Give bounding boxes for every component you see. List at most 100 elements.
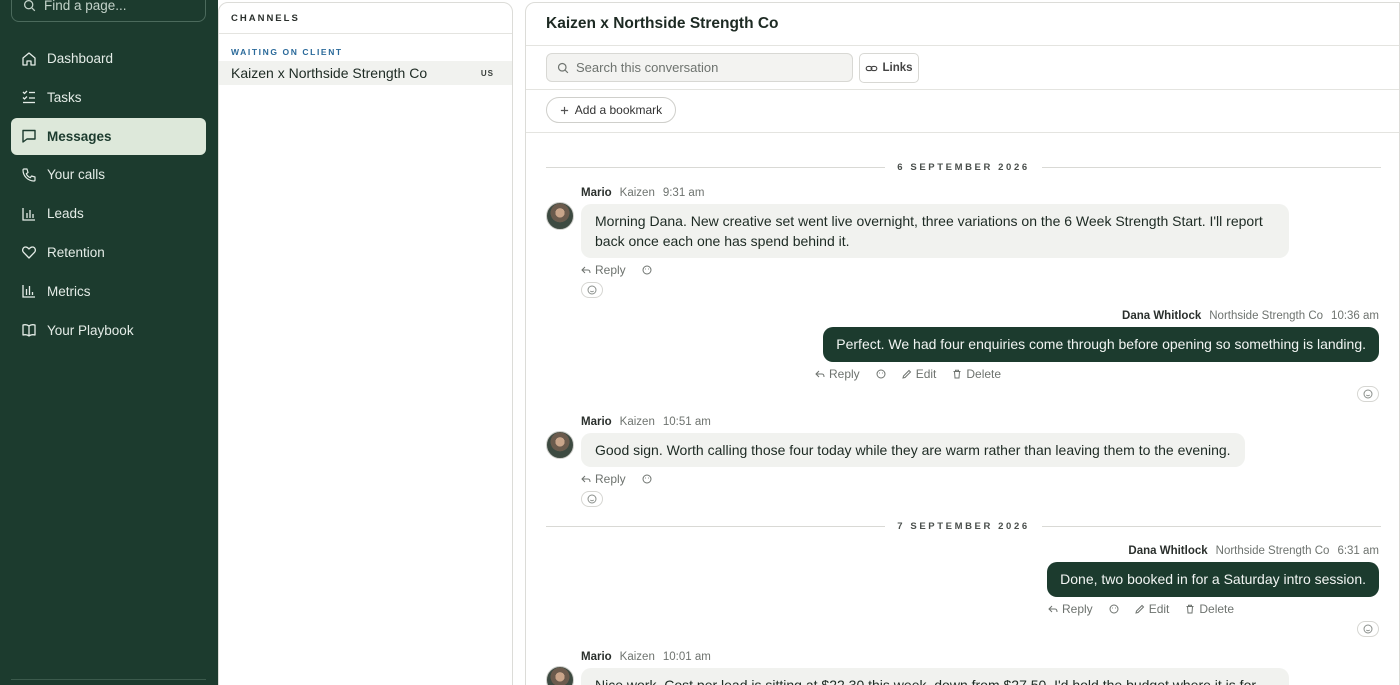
reply-button[interactable]: Reply (581, 472, 626, 486)
emoji-icon (587, 494, 597, 504)
bar-chart-icon (22, 207, 35, 221)
message-meta: Mario Kaizen 10:51 am (581, 416, 711, 428)
message-text-line: Morning Dana. New creative set went live… (595, 213, 1263, 229)
message-actions: Reply Edit Delete (815, 367, 1001, 381)
avatar (546, 202, 574, 230)
emoji-icon (1109, 604, 1119, 614)
delete-button[interactable]: Delete (952, 367, 1001, 381)
sidebar-item-retention[interactable]: Retention (11, 234, 206, 271)
emoji-icon (1363, 389, 1373, 399)
reply-button[interactable]: Reply (815, 367, 860, 381)
reply-icon (1048, 605, 1058, 613)
home-icon (22, 51, 36, 66)
edit-button[interactable]: Edit (1135, 602, 1169, 616)
sidebar-divider (11, 679, 206, 680)
sidebar-item-metrics[interactable]: Metrics (11, 273, 206, 310)
reaction-add-chip[interactable] (581, 491, 603, 507)
message-bubble: Nice work. Cost per lead is sitting at $… (581, 668, 1289, 685)
add-reaction-button[interactable] (642, 474, 652, 484)
sender-org: Northside Strength Co (1215, 545, 1330, 557)
reaction-add-chip[interactable] (1357, 621, 1379, 637)
message-time: 6:31 am (1337, 545, 1379, 557)
sidebar-item-label: Metrics (47, 283, 91, 299)
heart-icon (22, 246, 36, 260)
search-icon (23, 0, 36, 11)
delete-label: Delete (1199, 602, 1235, 616)
delete-button[interactable]: Delete (1185, 602, 1234, 616)
channel-name: Kaizen x Northside Strength Co (231, 65, 428, 81)
channel-item[interactable]: Kaizen x Northside Strength Co US (219, 61, 512, 85)
avatar (546, 431, 574, 459)
book-icon (22, 324, 36, 337)
sidebar-item-tasks[interactable]: Tasks (11, 79, 206, 116)
reply-button[interactable]: Reply (581, 263, 626, 277)
message-actions: Reply (581, 472, 652, 486)
sidebar-item-leads[interactable]: Leads (11, 195, 206, 232)
add-reaction-button[interactable] (642, 265, 652, 275)
reply-icon (815, 370, 825, 378)
add-reaction-button[interactable] (876, 369, 886, 379)
sidebar-item-dashboard[interactable]: Dashboard (11, 40, 206, 77)
message-bubble: Good sign. Worth calling those four toda… (581, 433, 1245, 467)
sender-org: Northside Strength Co (1209, 310, 1324, 322)
sender-name: Dana Whitlock (1122, 310, 1202, 322)
pencil-icon (902, 369, 911, 379)
emoji-icon (587, 285, 597, 295)
sidebar-item-label: Leads (47, 206, 84, 222)
message-time: 9:31 am (662, 187, 705, 199)
emoji-icon (642, 265, 652, 275)
sidebar-item-your-calls[interactable]: Your calls (11, 156, 206, 193)
reply-icon (581, 266, 591, 274)
channels-header: CHANNELS (219, 3, 512, 34)
add-bookmark-button[interactable]: Add a bookmark (546, 97, 676, 123)
reaction-add-chip[interactable] (1357, 386, 1379, 402)
reply-label: Reply (595, 263, 626, 277)
reply-icon (581, 475, 591, 483)
reply-button[interactable]: Reply (1048, 602, 1093, 616)
pencil-icon (1135, 604, 1144, 614)
metrics-icon (22, 285, 35, 298)
conversation-toolbar: Search this conversation Links (526, 46, 1399, 90)
message-meta: Dana Whitlock Northside Strength Co 10:3… (1122, 310, 1379, 322)
add-reaction-button[interactable] (1109, 604, 1119, 614)
tasks-icon (22, 90, 35, 104)
links-button[interactable]: Links (859, 53, 919, 83)
search-icon (557, 62, 569, 73)
channel-tag: US (480, 68, 494, 78)
reply-label: Reply (1062, 602, 1093, 616)
emoji-icon (876, 369, 886, 379)
message-meta: Mario Kaizen 10:01 am (581, 651, 711, 663)
sidebar-nav: Dashboard Tasks Messages Your calls Lead… (11, 40, 206, 350)
message-time: 10:51 am (662, 416, 711, 428)
sidebar-item-your-playbook[interactable]: Your Playbook (11, 312, 206, 349)
message-text-line: back once each one has spend behind it. (595, 233, 850, 249)
reaction-add-chip[interactable] (581, 282, 603, 298)
find-page-input[interactable]: Find a page... (11, 0, 206, 22)
reply-label: Reply (595, 472, 626, 486)
emoji-icon (642, 474, 652, 484)
date-divider: 6 SEPTEMBER 2026 (546, 160, 1382, 174)
channel-group-label: WAITING ON CLIENT (231, 47, 343, 57)
reply-label: Reply (829, 367, 860, 381)
channels-panel: CHANNELS WAITING ON CLIENT Kaizen x Nort… (218, 2, 513, 685)
sidebar: Find a page... Dashboard Tasks Messages … (0, 0, 218, 685)
conversation-title: Kaizen x Northside Strength Co (526, 3, 1399, 46)
conversation-search-input[interactable]: Search this conversation (546, 53, 853, 82)
phone-icon (22, 168, 36, 182)
date-label: 7 SEPTEMBER 2026 (897, 520, 1030, 532)
sidebar-item-label: Tasks (47, 89, 82, 105)
sender-name: Mario (581, 651, 612, 663)
sidebar-item-messages[interactable]: Messages (11, 117, 206, 155)
message-actions: Reply Edit Delete (1048, 602, 1234, 616)
message-actions: Reply (581, 263, 652, 277)
sender-name: Mario (581, 187, 612, 199)
trash-icon (953, 369, 961, 379)
sidebar-item-label: Dashboard (47, 51, 114, 66)
emoji-icon (1363, 624, 1373, 634)
sender-org: Kaizen (619, 187, 655, 199)
conversation-search-placeholder: Search this conversation (576, 60, 719, 75)
date-label: 6 SEPTEMBER 2026 (897, 161, 1030, 173)
message-meta: Dana Whitlock Northside Strength Co 6:31… (1128, 545, 1379, 557)
edit-button[interactable]: Edit (902, 367, 936, 381)
avatar (546, 666, 574, 685)
